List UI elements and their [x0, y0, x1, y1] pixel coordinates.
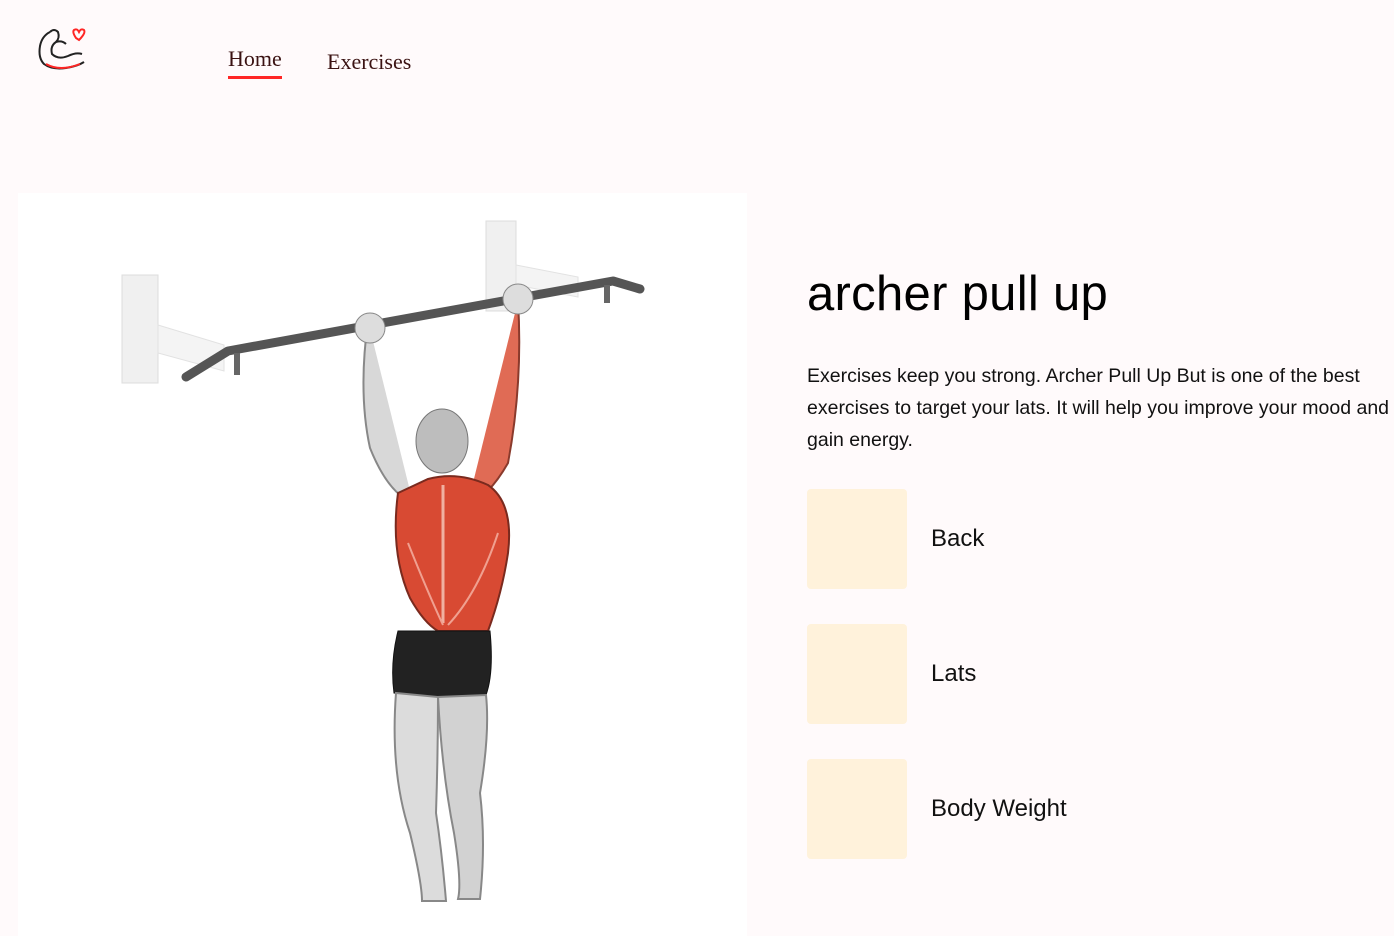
detail-label: Body Weight	[931, 795, 1067, 822]
pull-up-illustration	[121, 220, 645, 902]
target-muscle-icon	[807, 624, 907, 724]
detail-label: Lats	[931, 660, 977, 687]
exercise-image	[18, 193, 747, 936]
exercise-description: Exercises keep you strong. Archer Pull U…	[807, 365, 1390, 451]
detail-item-body-part: Back	[807, 489, 1227, 589]
navbar: Home Exercises	[0, 0, 1394, 110]
detail-item-target: Lats	[807, 624, 1227, 724]
detail-label: Back	[931, 525, 985, 552]
detail-item-equipment: Body Weight	[807, 759, 1227, 859]
equipment-icon	[807, 759, 907, 859]
body-part-icon	[807, 489, 907, 589]
flexed-arm-heart-icon[interactable]	[36, 24, 88, 74]
nav-home-link[interactable]: Home	[228, 46, 282, 79]
exercise-title: archer pull up	[807, 267, 1109, 321]
nav-exercises-link[interactable]: Exercises	[327, 49, 411, 75]
